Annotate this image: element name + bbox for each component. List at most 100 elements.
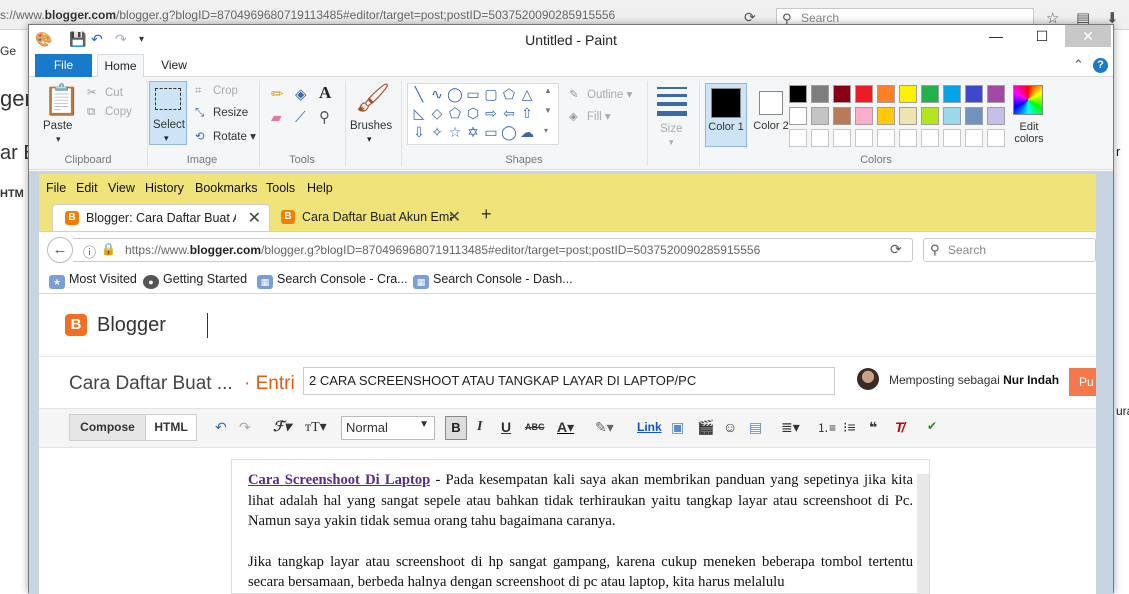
emoji-icon[interactable]: ☺ [723, 419, 737, 435]
four-point-star-icon[interactable]: ✧ [428, 123, 446, 141]
rounded-rect-icon[interactable]: ▢ [482, 85, 500, 103]
lock-icon[interactable]: 🔒 [101, 242, 116, 256]
five-point-star-icon[interactable]: ☆ [446, 123, 464, 141]
rotate-button[interactable]: ⟲ Rotate ▾ [195, 129, 256, 143]
compose-tab[interactable]: Compose [69, 414, 146, 441]
fill-bucket-icon[interactable]: ◈ [295, 85, 307, 103]
undo-icon[interactable]: ↶ [215, 419, 227, 436]
curve-icon[interactable]: ∿ [428, 85, 446, 103]
post-editor[interactable]: Cara Screenshoot Di Laptop - Pada kesemp… [231, 459, 930, 594]
palette-swatch[interactable] [899, 107, 917, 125]
video-icon[interactable]: 🎬 [697, 419, 714, 436]
collapse-ribbon-icon[interactable]: ⌃ [1073, 57, 1084, 73]
outline-button[interactable]: ✎ Outline ▾ [569, 87, 632, 101]
publish-button[interactable]: Pu [1069, 368, 1096, 396]
highlight-color-icon[interactable]: ✎▾ [595, 419, 614, 436]
custom-color-swatch[interactable] [965, 129, 983, 147]
minimize-button[interactable]: — [973, 25, 1019, 47]
close-tab-icon[interactable]: ✕ [248, 208, 261, 228]
palette-swatch[interactable] [987, 107, 1005, 125]
brush-icon[interactable]: 🖌 [355, 81, 391, 115]
blogger-brand[interactable]: Blogger [97, 314, 166, 337]
bullet-list-icon[interactable]: ⁝≡ [843, 419, 856, 436]
palette-swatch[interactable] [789, 107, 807, 125]
callout-rect-icon[interactable]: ▭ [482, 123, 500, 141]
tab-view[interactable]: View [149, 54, 199, 77]
bookmark-search-console-1[interactable]: ▦ Search Console - Cra... [257, 272, 408, 289]
editor-scrollbar[interactable] [917, 474, 929, 594]
bookmark-search-console-2[interactable]: ▦ Search Console - Dash... [413, 272, 573, 289]
custom-color-swatch[interactable] [899, 129, 917, 147]
select-button[interactable]: Select ▾ [149, 81, 187, 145]
close-button[interactable]: ✕ [1065, 25, 1111, 47]
brushes-dropdown-icon[interactable]: ▾ [367, 134, 372, 145]
help-icon[interactable]: ? [1093, 58, 1108, 73]
menu-view[interactable]: View [108, 181, 135, 195]
bookmark-most-visited[interactable]: ★ Most Visited [49, 272, 137, 289]
color-picker-icon[interactable]: ⟋ [295, 109, 306, 126]
fill-button[interactable]: ◈ Fill ▾ [569, 109, 611, 123]
palette-swatch[interactable] [855, 85, 873, 103]
menu-bookmarks[interactable]: Bookmarks [195, 181, 258, 195]
menu-history[interactable]: History [145, 181, 184, 195]
italic-button[interactable]: I [477, 419, 482, 435]
bookmark-getting-started[interactable]: ● Getting Started [143, 272, 247, 289]
custom-color-swatch[interactable] [987, 129, 1005, 147]
custom-color-swatch[interactable] [877, 129, 895, 147]
custom-color-swatch[interactable] [833, 129, 851, 147]
new-tab-icon[interactable]: + [481, 204, 492, 225]
canvas-image[interactable]: File Edit View History Bookmarks Tools H… [39, 174, 1096, 594]
bold-button[interactable]: B [445, 416, 467, 440]
palette-swatch[interactable] [987, 85, 1005, 103]
pencil-icon[interactable]: ✏ [271, 85, 284, 103]
html-tab[interactable]: HTML [145, 414, 197, 441]
cloud-callout-icon[interactable]: ☁ [518, 123, 536, 141]
url-bar[interactable]: https://www.blogger.com/blogger.g?blogID… [73, 238, 913, 262]
palette-swatch[interactable] [855, 107, 873, 125]
tab-home[interactable]: Home [97, 54, 144, 78]
paste-dropdown-icon[interactable]: ▾ [56, 134, 61, 145]
avatar[interactable] [857, 368, 879, 390]
back-button[interactable]: ← [47, 237, 73, 263]
callout-oval-icon[interactable]: ◯ [500, 123, 518, 141]
size-icon[interactable] [657, 87, 687, 116]
triangle-icon[interactable]: △ [518, 85, 536, 103]
cut-button[interactable]: ✂ Cut [87, 85, 123, 99]
rectangle-icon[interactable]: ▭ [464, 85, 482, 103]
numbered-list-icon[interactable]: ⒈≡ [817, 419, 836, 436]
edit-colors-button[interactable]: Edit colors [1009, 121, 1049, 145]
menu-edit[interactable]: Edit [76, 181, 98, 195]
hexagon-icon[interactable]: ⬡ [464, 104, 482, 122]
clear-format-icon[interactable]: T̸ [895, 419, 904, 435]
image-icon[interactable]: ▣ [671, 419, 684, 436]
underline-button[interactable]: U [501, 419, 511, 435]
close-tab-icon[interactable]: ✕ [448, 207, 461, 227]
palette-swatch[interactable] [921, 107, 939, 125]
custom-color-swatch[interactable] [921, 129, 939, 147]
diamond-icon[interactable]: ◇ [428, 104, 446, 122]
color2-button[interactable]: Color 2 [751, 83, 793, 147]
size-button[interactable]: Size [660, 123, 682, 135]
palette-swatch[interactable] [943, 85, 961, 103]
browser-tab-active[interactable]: B Blogger: Cara Daftar Buat Ak ✕ [52, 204, 270, 231]
palette-swatch[interactable] [877, 107, 895, 125]
oval-icon[interactable]: ◯ [446, 85, 464, 103]
menu-file[interactable]: File [46, 181, 66, 195]
polygon-icon[interactable]: ⬠ [500, 85, 518, 103]
font-size-icon[interactable]: тT▾ [305, 419, 327, 436]
palette-swatch[interactable] [789, 85, 807, 103]
paste-icon[interactable]: 📋 [43, 83, 80, 117]
resize-button[interactable]: ⤡ Resize [195, 107, 248, 120]
menu-tools[interactable]: Tools [266, 181, 295, 195]
align-icon[interactable]: ≣▾ [781, 419, 800, 436]
browser-tab[interactable]: B Cara Daftar Buat Akun Email ✕ [269, 204, 469, 231]
crop-button[interactable]: ⌗ Crop [195, 85, 238, 98]
paste-button[interactable]: Paste [43, 120, 72, 132]
reload-icon[interactable]: ⟳ [744, 9, 758, 25]
brushes-button[interactable]: Brushes [350, 120, 392, 132]
palette-swatch[interactable] [921, 85, 939, 103]
gallery-down-icon[interactable]: ▼ [544, 106, 552, 115]
redo-icon[interactable]: ↷ [239, 419, 251, 436]
line-icon[interactable]: ╲ [410, 85, 428, 103]
pentagon-icon[interactable]: ⬠ [446, 104, 464, 122]
